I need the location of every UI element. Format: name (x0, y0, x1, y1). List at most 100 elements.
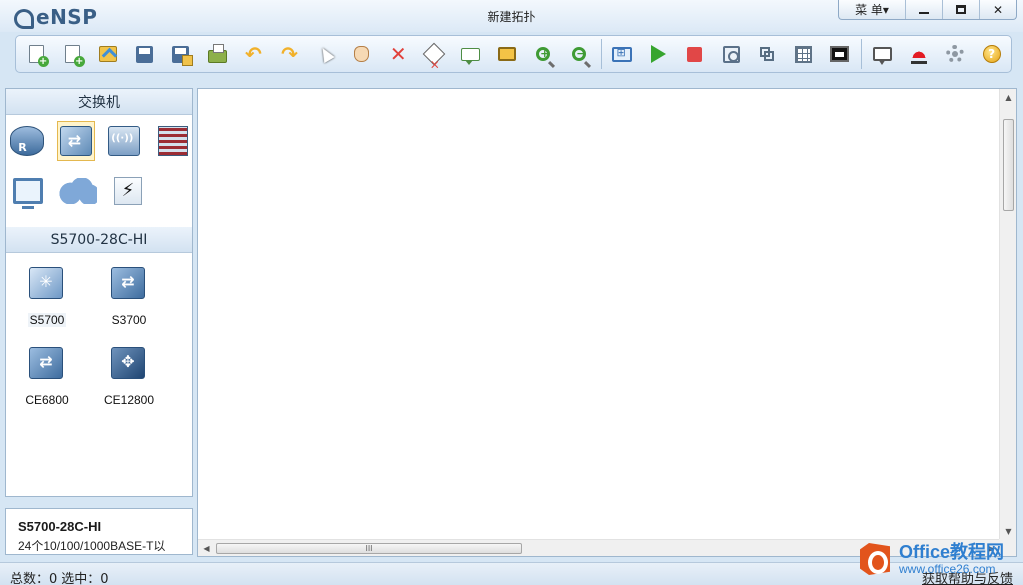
delete-icon: ✕ (389, 42, 407, 66)
vertical-scrollbar[interactable]: ▲ ▼ (999, 89, 1016, 540)
save-icon (136, 45, 154, 63)
screen-icon (830, 46, 850, 62)
scroll-up-icon[interactable]: ▲ (1000, 89, 1017, 106)
add-rectangle-button[interactable] (490, 38, 524, 70)
category-router[interactable] (8, 121, 47, 161)
close-icon: ✕ (992, 2, 1004, 17)
office-logo-icon (859, 541, 895, 577)
redo-button[interactable]: ↷ (273, 38, 307, 70)
device-s3700[interactable]: ⇄ S3700 (88, 261, 170, 335)
add-note-button[interactable] (454, 38, 488, 70)
device-label: S5700 (27, 313, 67, 327)
rectangle-icon (497, 47, 516, 61)
print-button[interactable] (200, 38, 234, 70)
new-page-icon (64, 45, 85, 67)
huawei-site-button[interactable] (902, 38, 936, 70)
drag-button[interactable] (345, 38, 379, 70)
forum-button[interactable] (866, 38, 900, 70)
chat-icon (873, 47, 893, 65)
cursor-icon (317, 44, 335, 64)
settings-button[interactable] (938, 38, 972, 70)
toolbar-divider (600, 39, 602, 69)
s5700-icon: ✳ (27, 263, 67, 303)
device-info-box: S5700-28C-HI 24个10/100/1000BASE-T以 (5, 508, 193, 555)
category-header: 交换机 (6, 89, 192, 115)
save-as-icon (172, 45, 194, 66)
status-selected: 选中：0 (61, 572, 109, 585)
open-button[interactable] (91, 38, 125, 70)
grid-icon (795, 45, 813, 63)
category-cable[interactable]: ⚡ (108, 171, 148, 211)
zoom-in-button[interactable] (526, 38, 560, 70)
vertical-scroll-thumb[interactable] (1003, 119, 1014, 211)
device-label: CE12800 (103, 393, 155, 407)
capture-button[interactable] (714, 38, 748, 70)
horizontal-scroll-thumb[interactable]: III (216, 543, 522, 554)
fit-button[interactable] (605, 38, 639, 70)
pc-icon (13, 178, 43, 209)
new-lab-button[interactable] (55, 38, 89, 70)
menu-button[interactable]: 菜 单▾ (839, 0, 905, 19)
undo-button[interactable]: ↶ (236, 38, 270, 70)
minimize-icon (919, 11, 929, 14)
note-icon (461, 47, 481, 65)
device-label: CE6800 (25, 393, 69, 407)
help-button[interactable]: ? (975, 38, 1009, 70)
category-switch[interactable] (56, 121, 95, 161)
topology-icon (759, 46, 775, 62)
undo-icon: ↶ (244, 42, 262, 66)
help-icon: ? (982, 45, 1001, 63)
maximize-button[interactable] (942, 0, 979, 19)
device-s5700[interactable]: ✳ S5700 (6, 261, 88, 335)
play-icon (651, 45, 667, 63)
scroll-left-icon[interactable]: ◀ (198, 540, 215, 557)
maximize-icon (956, 5, 966, 14)
print-icon (207, 43, 227, 63)
watermark-brand: Office教程网 (899, 542, 1005, 562)
stop-icon (687, 46, 703, 62)
cable-icon: ⚡ (114, 177, 142, 205)
zoom-out-icon (572, 47, 587, 61)
toolbar-divider (861, 39, 862, 69)
minimize-button[interactable] (905, 0, 942, 19)
new-topology-button[interactable] (19, 38, 53, 70)
device-ce6800[interactable]: ⇄ CE6800 (6, 341, 88, 415)
topology-button[interactable] (750, 38, 784, 70)
ce12800-icon: ✥ (109, 343, 149, 383)
grid-button[interactable] (787, 38, 821, 70)
watermark: Office教程网 www.office26.com (859, 537, 1017, 581)
device-ce12800[interactable]: ✥ CE12800 (88, 341, 170, 415)
capture-icon (722, 45, 740, 63)
category-grid: ⚡ (6, 115, 192, 227)
ce6800-icon: ⇄ (27, 343, 67, 383)
hand-icon (354, 46, 370, 62)
redo-icon: ↷ (281, 42, 298, 66)
switch-icon (59, 126, 92, 156)
category-terminal[interactable] (8, 171, 48, 211)
title-bar: eNSP 新建拓扑 菜 单▾ ✕ (0, 0, 1023, 32)
router-icon (10, 126, 45, 156)
save-as-button[interactable] (164, 38, 198, 70)
zoom-out-button[interactable] (562, 38, 596, 70)
category-wlan[interactable] (105, 121, 144, 161)
device-panel: 交换机 ⚡ S5700-28C-HI ✳ S5700 ⇄ S3700 ⇄ CE6… (5, 88, 193, 497)
select-button[interactable] (309, 38, 343, 70)
watermark-url: www.office26.com (899, 562, 996, 576)
close-button[interactable]: ✕ (979, 0, 1016, 19)
huawei-icon (909, 44, 929, 64)
fit-icon (612, 46, 633, 62)
console-button[interactable] (823, 38, 857, 70)
category-cloud[interactable] (58, 171, 98, 211)
start-device-button[interactable] (642, 38, 676, 70)
firewall-icon (157, 126, 188, 156)
topology-canvas[interactable]: ▲ ▼ ◀ III ▶ (197, 88, 1017, 557)
eraser-icon (423, 42, 446, 66)
delete-all-links-button[interactable] (417, 38, 451, 70)
watermark-text: Office教程网 www.office26.com (899, 543, 1004, 575)
stop-device-button[interactable] (678, 38, 712, 70)
delete-button[interactable]: ✕ (381, 38, 415, 70)
save-button[interactable] (128, 38, 162, 70)
model-header: S5700-28C-HI (6, 227, 192, 253)
main-toolbar: ↶ ↷ ✕ ? (15, 35, 1012, 73)
category-firewall[interactable] (154, 121, 193, 161)
